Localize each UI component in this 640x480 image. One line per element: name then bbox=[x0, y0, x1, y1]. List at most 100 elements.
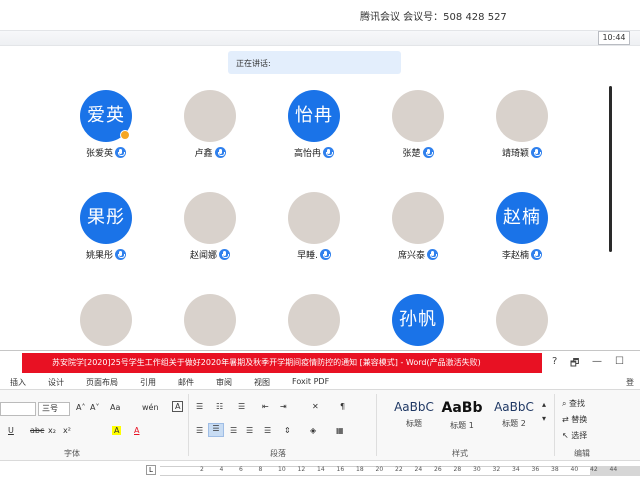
strikethrough-button[interactable]: abc bbox=[30, 426, 44, 435]
minimize-button[interactable]: — bbox=[592, 356, 602, 367]
microphone-icon[interactable] bbox=[115, 249, 126, 260]
ruler-number: 24 bbox=[414, 466, 423, 473]
tab-foxit-pdf[interactable]: Foxit PDF bbox=[292, 377, 329, 386]
microphone-icon[interactable] bbox=[531, 147, 542, 158]
decrease-indent-icon[interactable]: ⇤ bbox=[262, 402, 269, 411]
tab-design[interactable]: 设计 bbox=[48, 377, 64, 388]
participant-name: 姚果彤 bbox=[85, 251, 113, 261]
ruler: L 2 4 6 8 10 12 14 16 18 20 22 24 26 28 30 32 34 36 38 40 42… bbox=[0, 461, 640, 480]
style-preview: AaBbC bbox=[494, 400, 534, 414]
subscript-button[interactable]: x₂ bbox=[48, 426, 56, 435]
tab-page-layout[interactable]: 页面布局 bbox=[86, 377, 118, 388]
microphone-icon[interactable] bbox=[531, 249, 542, 260]
participant-tile[interactable]: 张楚 bbox=[378, 90, 458, 164]
tab-view[interactable]: 视图 bbox=[254, 377, 270, 388]
highlight-button[interactable]: A bbox=[112, 426, 122, 435]
microphone-icon[interactable] bbox=[319, 249, 331, 260]
participant-avatar bbox=[80, 294, 132, 346]
participant-tile[interactable]: 席兴泰 bbox=[378, 192, 458, 266]
find-label: 查找 bbox=[569, 399, 586, 408]
ruler-number: 16 bbox=[336, 466, 345, 473]
find-button[interactable]: ⌕ 查找 bbox=[562, 398, 585, 409]
host-badge-icon bbox=[120, 130, 130, 140]
style-heading-2[interactable]: AaBbC 标题 2 bbox=[484, 400, 544, 436]
borders-icon[interactable]: ▦ bbox=[336, 426, 344, 435]
ruler-number: 4 bbox=[219, 466, 224, 473]
ruler-number: 18 bbox=[356, 466, 364, 473]
ruler-number: 38 bbox=[551, 466, 559, 473]
font-name-box[interactable] bbox=[0, 402, 36, 416]
participant-avatar bbox=[392, 192, 444, 244]
participant-avatar: 孙帆 bbox=[392, 294, 444, 346]
tab-review[interactable]: 审阅 bbox=[216, 377, 232, 388]
participant-tile[interactable]: 赵闻娜 bbox=[170, 192, 250, 266]
styles-group-label: 样式 bbox=[452, 449, 468, 458]
replace-button[interactable]: ⇄ 替换 bbox=[562, 414, 587, 425]
ruler-number: 26 bbox=[434, 466, 442, 473]
ruler-number: 8 bbox=[258, 466, 263, 473]
replace-icon: ⇄ bbox=[562, 415, 572, 424]
participant-tile[interactable]: 卢鑫 bbox=[170, 90, 250, 164]
participant-tile[interactable]: 果彤姚果彤 bbox=[66, 192, 146, 266]
multilevel-list-icon[interactable]: ☰ bbox=[238, 402, 245, 411]
superscript-button[interactable]: x² bbox=[63, 426, 71, 435]
align-left-icon[interactable]: ☰ bbox=[196, 426, 203, 435]
ribbon-tabs: 插入 设计 页面布局 引用 邮件 审阅 视图 Foxit PDF 登 bbox=[0, 373, 640, 389]
sign-in-link[interactable]: 登 bbox=[626, 377, 634, 388]
grow-font-button[interactable]: A˄ bbox=[76, 403, 85, 412]
style-heading-1[interactable]: AaBb 标题 1 bbox=[432, 400, 492, 436]
phonetic-guide-button[interactable]: wén bbox=[142, 403, 159, 412]
underline-button[interactable]: U bbox=[8, 426, 14, 435]
microphone-icon[interactable] bbox=[214, 147, 226, 158]
participant-avatar: 果彤 bbox=[80, 192, 132, 244]
shrink-font-button[interactable]: A˅ bbox=[90, 403, 99, 412]
justify-icon[interactable]: ☰ bbox=[246, 426, 253, 435]
participant-tile[interactable]: 赵楠 李赵楠 bbox=[482, 192, 562, 266]
microphone-icon[interactable] bbox=[219, 249, 230, 260]
help-button[interactable]: ? bbox=[552, 356, 557, 367]
participant-avatar: 赵楠 bbox=[496, 192, 548, 244]
participant-tile[interactable]: 爱英 张爱英 bbox=[66, 90, 146, 164]
meeting-top-bar: 腾讯会议 会议号：508 428 527 bbox=[0, 0, 640, 30]
font-color-button[interactable]: A bbox=[134, 426, 139, 435]
styles-scroll-down-icon[interactable]: ▾ bbox=[542, 414, 546, 423]
tab-insert[interactable]: 插入 bbox=[10, 377, 26, 388]
participant-scrollbar[interactable] bbox=[609, 86, 612, 252]
change-case-button[interactable]: Aa bbox=[110, 403, 120, 412]
shading-icon[interactable]: ◈ bbox=[310, 426, 316, 435]
ruler-number: 20 bbox=[375, 466, 384, 473]
participant-name: 早睡. bbox=[297, 251, 318, 261]
participant-avatar bbox=[496, 294, 548, 346]
select-button[interactable]: ↖ 选择 bbox=[562, 430, 587, 441]
participant-avatar bbox=[288, 192, 340, 244]
participant-tile[interactable]: 靖琦颖 bbox=[482, 90, 562, 164]
increase-indent-icon[interactable]: ⇥ bbox=[280, 402, 287, 411]
tab-references[interactable]: 引用 bbox=[140, 377, 156, 388]
tab-mailings[interactable]: 邮件 bbox=[178, 377, 194, 388]
ruler-number: 6 bbox=[239, 466, 243, 473]
participant-tile[interactable]: 怡冉 高怡冉 bbox=[274, 90, 354, 164]
line-spacing-icon[interactable]: ⇕ bbox=[284, 426, 291, 435]
restore-ribbon-button[interactable]: 🗗 bbox=[570, 356, 579, 373]
styles-scroll-up-icon[interactable]: ▴ bbox=[542, 400, 546, 409]
participant-name-row: 席兴泰 bbox=[378, 248, 458, 261]
numbering-icon[interactable]: ☷ bbox=[216, 402, 223, 411]
align-center-icon[interactable]: ☰ bbox=[208, 423, 224, 437]
chinese-layout-icon[interactable]: ✕ bbox=[312, 402, 319, 411]
microphone-icon[interactable] bbox=[323, 147, 334, 158]
maximize-button[interactable]: ☐ bbox=[615, 356, 624, 367]
tab-selector[interactable]: L bbox=[146, 465, 156, 475]
align-right-icon[interactable]: ☰ bbox=[230, 426, 237, 435]
font-group-label: 字体 bbox=[64, 449, 80, 458]
distributed-icon[interactable]: ☰ bbox=[264, 426, 271, 435]
font-size-box[interactable]: 三号 bbox=[38, 402, 70, 416]
microphone-icon[interactable] bbox=[115, 147, 126, 158]
microphone-icon[interactable] bbox=[422, 147, 434, 158]
participant-name: 高怡冉 bbox=[293, 149, 321, 159]
microphone-icon[interactable] bbox=[427, 249, 438, 260]
ruler-number: 32 bbox=[492, 466, 501, 473]
show-marks-icon[interactable]: ¶ bbox=[340, 402, 345, 411]
bullets-icon[interactable]: ☰ bbox=[196, 402, 203, 411]
character-border-button[interactable]: A bbox=[172, 401, 184, 412]
participant-tile[interactable]: 早睡. bbox=[274, 192, 354, 266]
